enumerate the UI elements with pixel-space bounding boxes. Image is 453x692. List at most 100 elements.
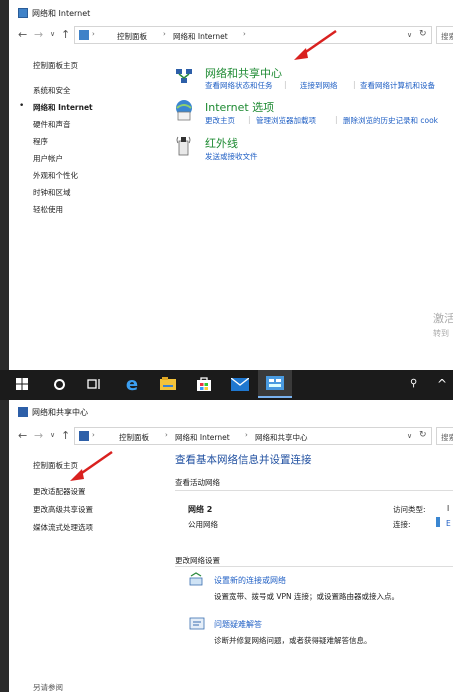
window-network-internet: 网络和 Internet ← → ∨ ↑ › 控制面板 › 网络和 Intern… [0,0,453,370]
up-arrow-icon[interactable]: ↑ [61,429,70,442]
address-bar[interactable]: › 控制面板 › 网络和 Internet › ∨ ↻ [74,26,432,44]
setup-new-connection-desc: 设置宽带、拨号或 VPN 连接；或设置路由器或接入点。 [214,592,400,601]
window-left-border [0,0,9,370]
mail-button[interactable] [226,370,254,398]
title-bar: 网络和 Internet [18,6,90,20]
breadcrumb-item[interactable]: 网络和 Internet [173,31,228,42]
activation-watermark-sub: 转到 [433,329,449,338]
sidebar-item-user-accounts[interactable]: 用户帐户 [33,153,63,164]
search-button[interactable] [45,370,73,398]
store-button[interactable] [190,370,218,398]
breadcrumb-separator-icon: › [92,30,95,38]
connection-label: 连接: [393,520,411,529]
category-title[interactable]: 网络和共享中心 [205,65,282,81]
search-box[interactable]: 搜索 [436,427,453,445]
control-panel-icon [18,8,28,18]
connection-value[interactable]: E [446,519,451,528]
network-sharing-icon [176,69,192,83]
breadcrumb-item[interactable]: 网络和共享中心 [255,432,308,443]
search-placeholder: 搜索 [441,433,453,442]
sidebar-item-change-adapter[interactable]: 更改适配器设置 [33,486,86,497]
link-delete-history[interactable]: 删除浏览的历史记录和 cook [343,115,438,126]
sidebar-item-clock-region[interactable]: 时钟和区域 [33,187,71,198]
link-separator: | [353,80,356,89]
category-title[interactable]: 红外线 [205,135,238,151]
divider [175,490,453,491]
address-dropdown-icon[interactable]: ∨ [407,31,412,39]
red-arrow-annotation [294,29,337,60]
title-bar: 网络和共享中心 [18,405,88,419]
new-connection-icon [189,572,203,586]
address-bar[interactable]: › 控制面板 › 网络和 Internet › 网络和共享中心 ∨ ↻ [74,427,432,445]
link-view-network-status[interactable]: 查看网络状态和任务 [205,80,273,91]
breadcrumb-item[interactable]: 网络和 Internet [175,432,230,443]
task-view-icon [87,379,100,389]
search-box[interactable]: 搜索 [436,26,453,44]
recent-dropdown-icon[interactable]: ∨ [50,431,55,439]
infrared-icon [176,136,191,156]
sidebar-item-advanced-sharing[interactable]: 更改高级共享设置 [33,504,93,515]
sidebar-item-network-internet[interactable]: 网络和 Internet [33,102,93,113]
recent-dropdown-icon[interactable]: ∨ [50,30,55,38]
breadcrumb-item[interactable]: 控制面板 [117,31,147,42]
sidebar-item-programs[interactable]: 程序 [33,136,48,147]
link-view-network-computers[interactable]: 查看网络计算机和设备 [360,80,435,91]
window-left-border [0,400,9,692]
sidebar-item-home[interactable]: 控制面板主页 [33,60,78,71]
edge-button[interactable]: e [118,370,146,398]
category-network-sharing: 网络和共享中心 查看网络状态和任务 | 连接到网络 | 查看网络计算机和设备 [172,62,453,92]
link-separator: | [284,80,287,89]
breadcrumb-separator-icon: › [92,431,95,439]
taskbar: e ⚲ ^ [0,370,453,400]
link-send-receive-files[interactable]: 发送或接收文件 [205,151,258,162]
sidebar-item-media-streaming[interactable]: 媒体流式处理选项 [33,522,93,533]
chevron-up-icon[interactable]: ^ [437,377,447,391]
back-arrow-icon[interactable]: ← [18,28,27,41]
ethernet-icon [436,517,440,527]
see-also-label: 另请参阅 [33,683,63,692]
network-sharing-small-icon [18,407,28,417]
address-network-icon [79,431,89,441]
file-explorer-button[interactable] [154,370,182,398]
task-view-button[interactable] [80,370,108,398]
control-panel-taskbar-button[interactable] [258,370,292,398]
windows-start-button[interactable] [8,370,36,398]
troubleshoot-link[interactable]: 问题疑难解答 [214,619,262,630]
refresh-icon[interactable]: ↻ [419,29,427,39]
access-type-label: 访问类型: [393,505,426,514]
window-title: 网络和共享中心 [32,407,88,417]
sidebar-item-hardware-sound[interactable]: 硬件和声音 [33,119,71,130]
navigation-bar: ← → ∨ ↑ › 控制面板 › 网络和 Internet › ∨ ↻ 搜索 [18,26,453,44]
troubleshoot-desc: 诊断并修复网络问题，或者获得疑难解答信息。 [214,636,372,645]
sidebar-item-ease-of-access[interactable]: 轻松使用 [33,204,63,215]
divider [175,566,453,567]
category-title[interactable]: Internet 选项 [205,99,274,115]
breadcrumb-separator-icon: › [243,30,246,38]
mail-icon [231,377,249,391]
link-manage-addons[interactable]: 管理浏览器加载项 [256,115,316,126]
navigation-bar: ← → ∨ ↑ › 控制面板 › 网络和 Internet › 网络和共享中心 … [18,427,453,445]
forward-arrow-icon[interactable]: → [34,429,43,442]
link-separator: | [248,115,251,124]
sidebar-item-system-security[interactable]: 系统和安全 [33,85,71,96]
file-explorer-icon [160,377,176,390]
sidebar-item-appearance[interactable]: 外观和个性化 [33,170,78,181]
breadcrumb-item[interactable]: 控制面板 [119,432,149,443]
setup-new-connection-link[interactable]: 设置新的连接或网络 [214,575,286,586]
search-placeholder: 搜索 [441,32,453,41]
link-separator: | [335,115,338,124]
category-infrared: 红外线 发送或接收文件 [172,133,453,163]
troubleshoot-icon [189,617,205,630]
up-arrow-icon[interactable]: ↑ [61,28,70,41]
forward-arrow-icon[interactable]: → [34,28,43,41]
address-dropdown-icon[interactable]: ∨ [407,432,412,440]
link-change-homepage[interactable]: 更改主页 [205,115,235,126]
people-icon[interactable]: ⚲ [410,378,417,389]
activation-watermark: 激活 [433,312,453,325]
back-arrow-icon[interactable]: ← [18,429,27,442]
link-connect-network[interactable]: 连接到网络 [300,80,338,91]
refresh-icon[interactable]: ↻ [419,430,427,440]
active-bullet-icon: • [19,101,25,111]
change-settings-label: 更改网络设置 [175,556,220,565]
network-name: 网络 2 [188,505,213,514]
